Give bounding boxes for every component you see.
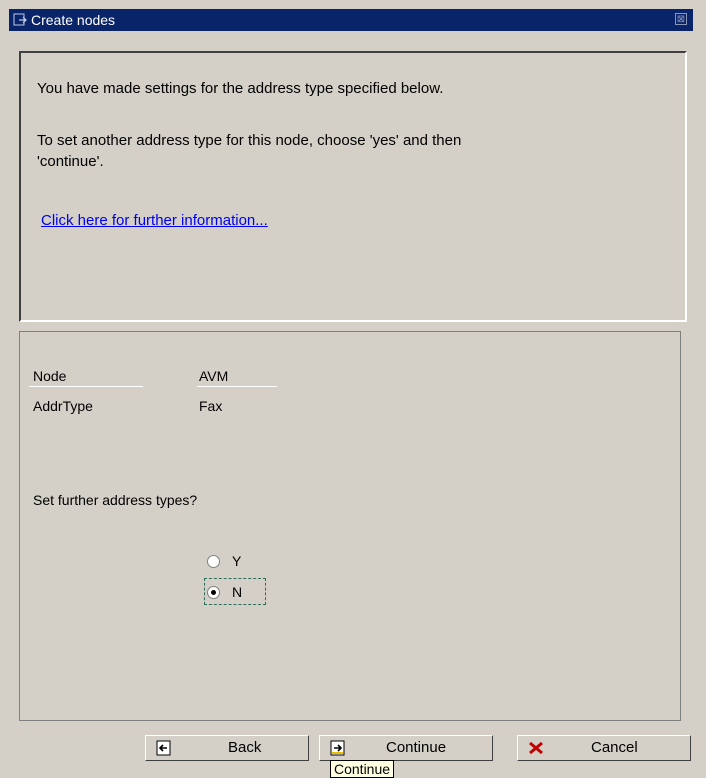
window-icon (13, 13, 27, 27)
node-label-underline (29, 386, 143, 387)
window-title: Create nodes (31, 12, 116, 28)
dialog-window: Create nodes ⊠ You have made settings fo… (0, 0, 706, 778)
node-label: Node (33, 368, 67, 384)
back-button[interactable]: Back (145, 735, 309, 761)
radio-no[interactable] (207, 585, 220, 599)
addrtype-label: AddrType (33, 398, 93, 414)
radio-no-label: N (232, 584, 243, 600)
message-line-1: You have made settings for the address t… (37, 80, 444, 97)
close-icon[interactable]: ⊠ (675, 13, 687, 25)
cancel-button-label: Cancel (591, 739, 638, 756)
message-line-3: 'continue'. (37, 153, 104, 170)
back-icon (156, 740, 172, 756)
further-address-question: Set further address types? (33, 492, 198, 508)
back-button-label: Back (228, 739, 262, 756)
radio-option-no[interactable]: N (207, 584, 242, 600)
continue-button[interactable]: Continue (319, 735, 493, 761)
radio-yes[interactable] (207, 554, 220, 568)
message-line-2: To set another address type for this nod… (37, 132, 462, 149)
message-panel: You have made settings for the address t… (19, 51, 687, 322)
continue-tooltip: Continue (330, 760, 395, 778)
node-value-underline (197, 386, 277, 387)
cancel-button[interactable]: Cancel (517, 735, 691, 761)
continue-icon (330, 740, 346, 756)
addrtype-value: Fax (199, 398, 223, 414)
continue-button-label: Continue (386, 739, 447, 756)
node-value: AVM (199, 368, 229, 384)
radio-yes-label: Y (232, 553, 242, 569)
radio-option-yes[interactable]: Y (207, 553, 241, 569)
further-info-link[interactable]: Click here for further information... (41, 212, 268, 229)
cancel-icon (528, 740, 544, 756)
title-bar: Create nodes ⊠ (9, 9, 693, 31)
form-panel (19, 331, 681, 721)
